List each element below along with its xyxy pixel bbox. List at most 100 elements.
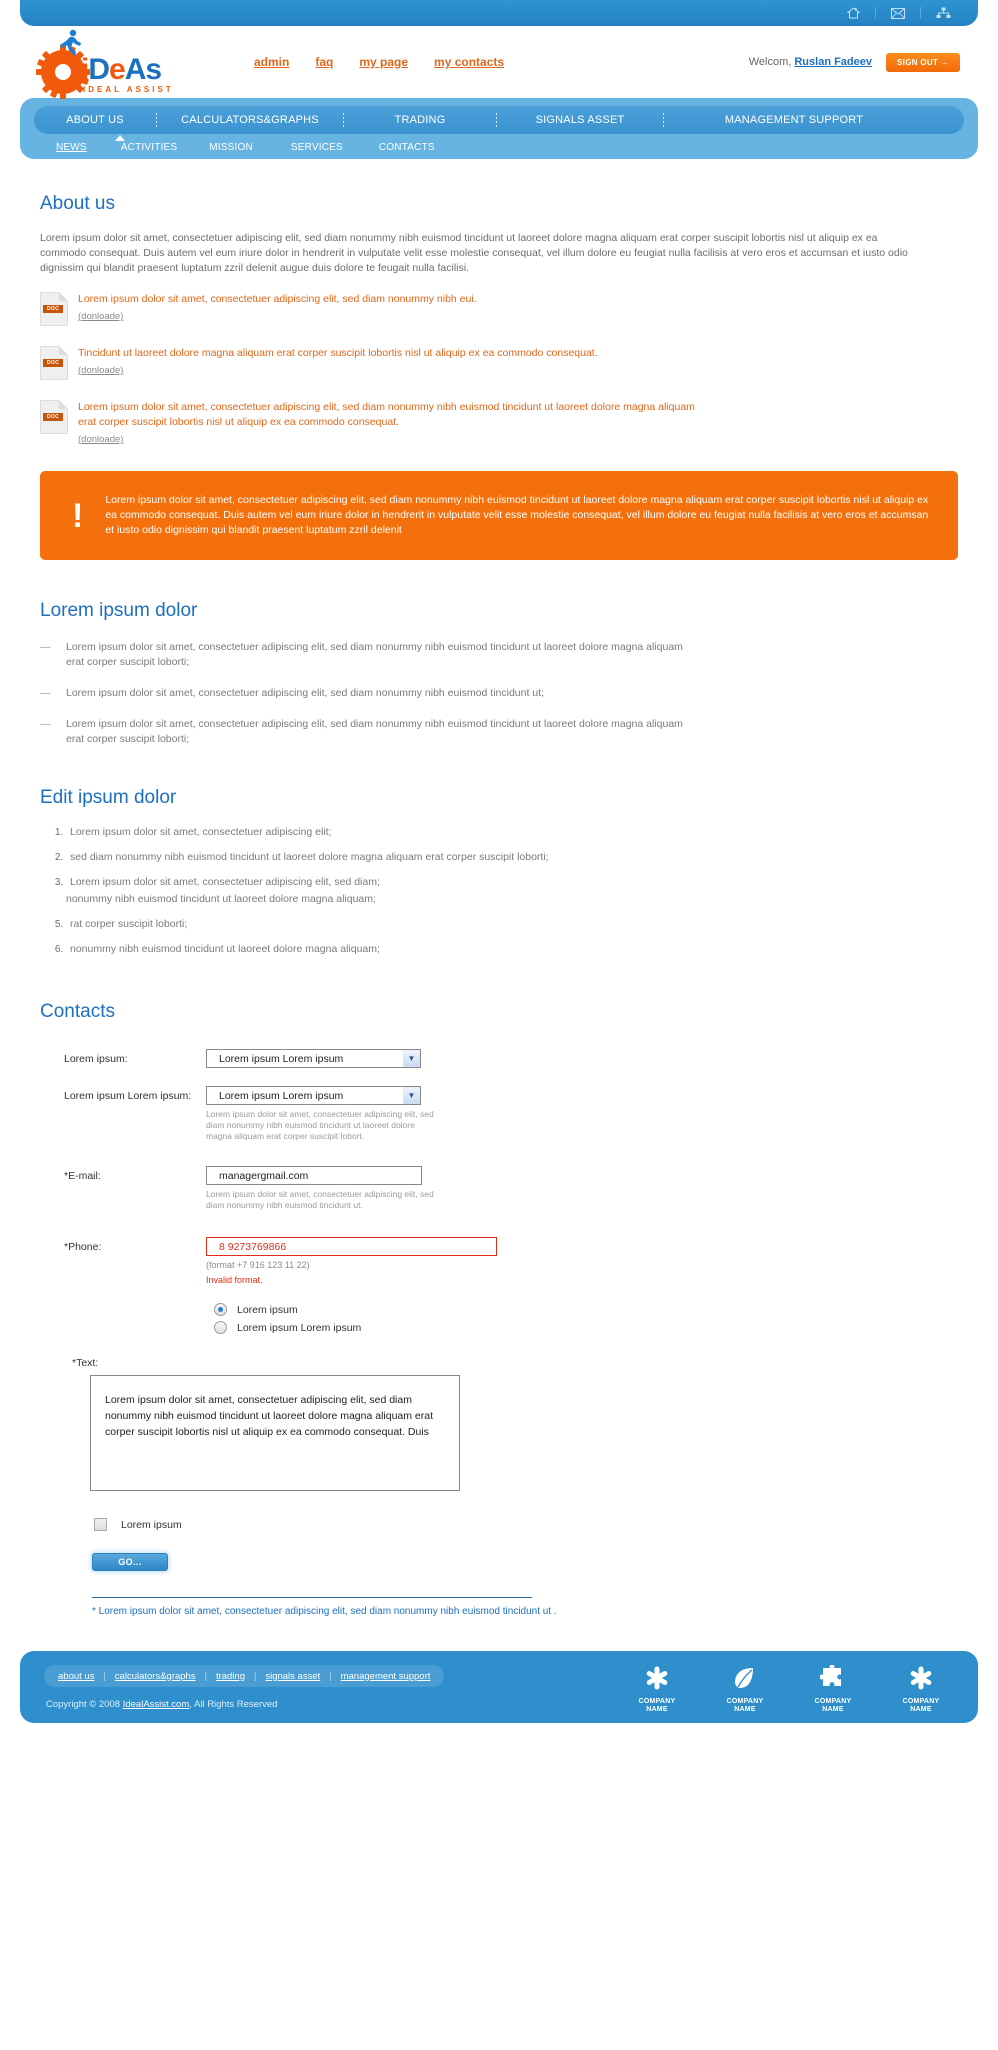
agree-checkbox-label: Lorem ipsum — [121, 1518, 182, 1531]
secondary-nav: NEWS ACTIVITIES MISSION SERVICES CONTACT… — [56, 142, 978, 153]
exclamation-icon: ! — [72, 496, 84, 535]
asterisk-icon — [646, 1666, 668, 1690]
partner-name: COMPANY NAME — [726, 1698, 764, 1713]
radio-group: Lorem ipsum Lorem ipsum Lorem ipsum — [214, 1303, 958, 1334]
agree-checkbox[interactable] — [94, 1518, 107, 1531]
radio-row[interactable]: Lorem ipsum Lorem ipsum — [214, 1321, 958, 1334]
phone-format-hint: (format +7 916 123 11 22) — [206, 1260, 310, 1270]
header-link-admin[interactable]: admin — [254, 55, 289, 69]
go-submit-button[interactable]: GO... — [92, 1553, 168, 1571]
list-item: Lorem ipsum dolor sit amet, consectetuer… — [66, 875, 958, 890]
top-utility-bar — [20, 0, 978, 26]
doc-icon-label: DOC — [43, 305, 63, 313]
document-title-link[interactable]: Lorem ipsum dolor sit amet, consectetuer… — [78, 292, 958, 307]
partner-1[interactable]: COMPANY NAME — [628, 1665, 686, 1714]
select2-input[interactable]: Lorem ipsum Lorem ipsum — [206, 1086, 421, 1105]
document-list: DOC Lorem ipsum dolor sit amet, consecte… — [40, 292, 958, 445]
select1-label: Lorem ipsum: — [64, 1053, 128, 1065]
welcome-prefix: Welcom, — [748, 56, 792, 68]
nav-item-calculators-graphs[interactable]: CALCULATORS&GRAPHS — [157, 114, 343, 126]
list-item: sed diam nonummy nibh euismod tincidunt … — [66, 850, 958, 865]
message-textarea[interactable]: Lorem ipsum dolor sit amet, consectetuer… — [90, 1375, 460, 1491]
document-download-link[interactable]: (donloade) — [78, 311, 123, 322]
radio-button-1[interactable] — [214, 1303, 227, 1316]
logo-letter-e: e — [109, 53, 126, 86]
partner-2[interactable]: COMPANY NAME — [716, 1665, 774, 1714]
logo-wordmark: iDeAs — [81, 53, 162, 86]
divider: | — [204, 1671, 207, 1681]
radio-button-2[interactable] — [214, 1321, 227, 1334]
active-nav-indicator — [115, 135, 125, 141]
nav-item-management-support[interactable]: MANAGEMENT SUPPORT — [664, 114, 924, 126]
footer-link-signals-asset[interactable]: signals asset — [265, 1671, 320, 1682]
leaf-icon — [735, 1668, 753, 1688]
lorem-section-title: Lorem ipsum dolor — [40, 600, 198, 621]
doc-icon-label: DOC — [43, 359, 63, 367]
copyright-site-link[interactable]: IdealAssist.com — [123, 1699, 190, 1710]
subnav-item-activities[interactable]: ACTIVITIES — [121, 142, 209, 153]
contacts-title: Contacts — [40, 1001, 115, 1022]
list-item: Lorem ipsum dolor sit amet, consectetuer… — [40, 686, 696, 701]
list-item: Lorem ipsum dolor sit amet, consectetuer… — [40, 640, 696, 670]
form-row-select1: Lorem ipsum: Lorem ipsum Lorem ipsum ▼ — [64, 1049, 958, 1068]
footer-link-calculators-graphs[interactable]: calculators&graphs — [115, 1671, 196, 1682]
radio-row[interactable]: Lorem ipsum — [214, 1303, 958, 1316]
header-link-my-page[interactable]: my page — [359, 55, 408, 69]
welcome-text: Welcom, Ruslan Fadeev — [749, 56, 872, 68]
phone-field[interactable] — [206, 1237, 497, 1256]
user-name-link[interactable]: Ruslan Fadeev — [794, 56, 872, 68]
copyright-text: Copyright © 2008 IdealAssist.com, All Ri… — [46, 1699, 628, 1710]
textarea-label: *Text: — [72, 1357, 99, 1369]
select1-input[interactable]: Lorem ipsum Lorem ipsum — [206, 1049, 421, 1068]
warning-text: Lorem ipsum dolor sit amet, consectetuer… — [105, 494, 929, 536]
document-download-link[interactable]: (donloade) — [78, 434, 123, 445]
document-title-link[interactable]: Tincidunt ut laoreet dolore magna aliqua… — [78, 346, 958, 361]
mail-icon[interactable] — [885, 4, 911, 22]
agree-checkbox-row[interactable]: Lorem ipsum — [94, 1518, 958, 1531]
divider — [920, 7, 921, 19]
select1-control: Lorem ipsum Lorem ipsum ▼ — [206, 1049, 958, 1068]
select2-wrapper: Lorem ipsum Lorem ipsum ▼ — [206, 1086, 421, 1105]
select2-label: Lorem ipsum Lorem ipsum: — [64, 1090, 192, 1102]
nav-item-signals-asset[interactable]: SIGNALS ASSET — [497, 114, 663, 126]
logo-letter-s: s — [145, 53, 162, 86]
footer-link-about-us[interactable]: about us — [58, 1671, 94, 1682]
sitemap-icon[interactable] — [930, 4, 956, 22]
primary-nav: ABOUT US CALCULATORS&GRAPHS TRADING SIGN… — [34, 106, 964, 141]
subnav-item-contacts[interactable]: CONTACTS — [379, 142, 457, 153]
document-download-link[interactable]: (donloade) — [78, 365, 123, 376]
list-item: Lorem ipsum dolor sit amet, consectetuer… — [40, 717, 696, 747]
main-navigation: ABOUT US CALCULATORS&GRAPHS TRADING SIGN… — [20, 98, 978, 159]
partner-3[interactable]: COMPANY NAME — [804, 1664, 862, 1714]
partner-name: COMPANY NAME — [638, 1698, 676, 1713]
header-link-my-contacts[interactable]: my contacts — [434, 55, 504, 69]
footer-link-management-support[interactable]: management support — [341, 1671, 431, 1682]
divider: | — [103, 1671, 106, 1681]
phone-control: (format +7 916 123 11 22) Invalid format… — [206, 1237, 958, 1339]
home-icon[interactable] — [840, 4, 866, 22]
subnav-item-news[interactable]: NEWS — [56, 142, 121, 153]
dash-list: Lorem ipsum dolor sit amet, consectetuer… — [40, 640, 958, 747]
email-field[interactable] — [206, 1166, 422, 1185]
document-item: DOC Lorem ipsum dolor sit amet, consecte… — [40, 400, 958, 445]
site-logo[interactable]: iDeAs IDEAL ASSIST — [36, 29, 184, 99]
email-label: *E-mail: — [64, 1170, 101, 1182]
select2-hint: Lorem ipsum dolor sit amet, consectetuer… — [206, 1109, 434, 1141]
form-row-phone: *Phone: (format +7 916 123 11 22) Invali… — [64, 1237, 958, 1339]
page-title: About us — [40, 193, 115, 214]
subnav-item-services[interactable]: SERVICES — [291, 142, 379, 153]
subnav-item-mission[interactable]: MISSION — [209, 142, 291, 153]
submit-wrapper: GO... — [92, 1553, 958, 1571]
doc-file-icon: DOC — [40, 292, 68, 326]
sign-out-button[interactable]: SIGN OUT → — [886, 52, 960, 72]
divider — [875, 7, 876, 19]
partner-4[interactable]: COMPANY NAME — [892, 1665, 950, 1714]
footer-link-trading[interactable]: trading — [216, 1671, 245, 1682]
list-item: nonummy nibh euismod tincidunt ut laoree… — [66, 942, 958, 957]
list-item: rat corper suscipit loborti; — [66, 917, 958, 932]
header-link-faq[interactable]: faq — [315, 55, 333, 69]
nav-item-trading[interactable]: TRADING — [344, 114, 496, 126]
document-title-link[interactable]: Lorem ipsum dolor sit amet, consectetuer… — [78, 400, 698, 430]
radio-label-1: Lorem ipsum — [237, 1303, 298, 1316]
nav-item-about-us[interactable]: ABOUT US — [34, 114, 156, 126]
